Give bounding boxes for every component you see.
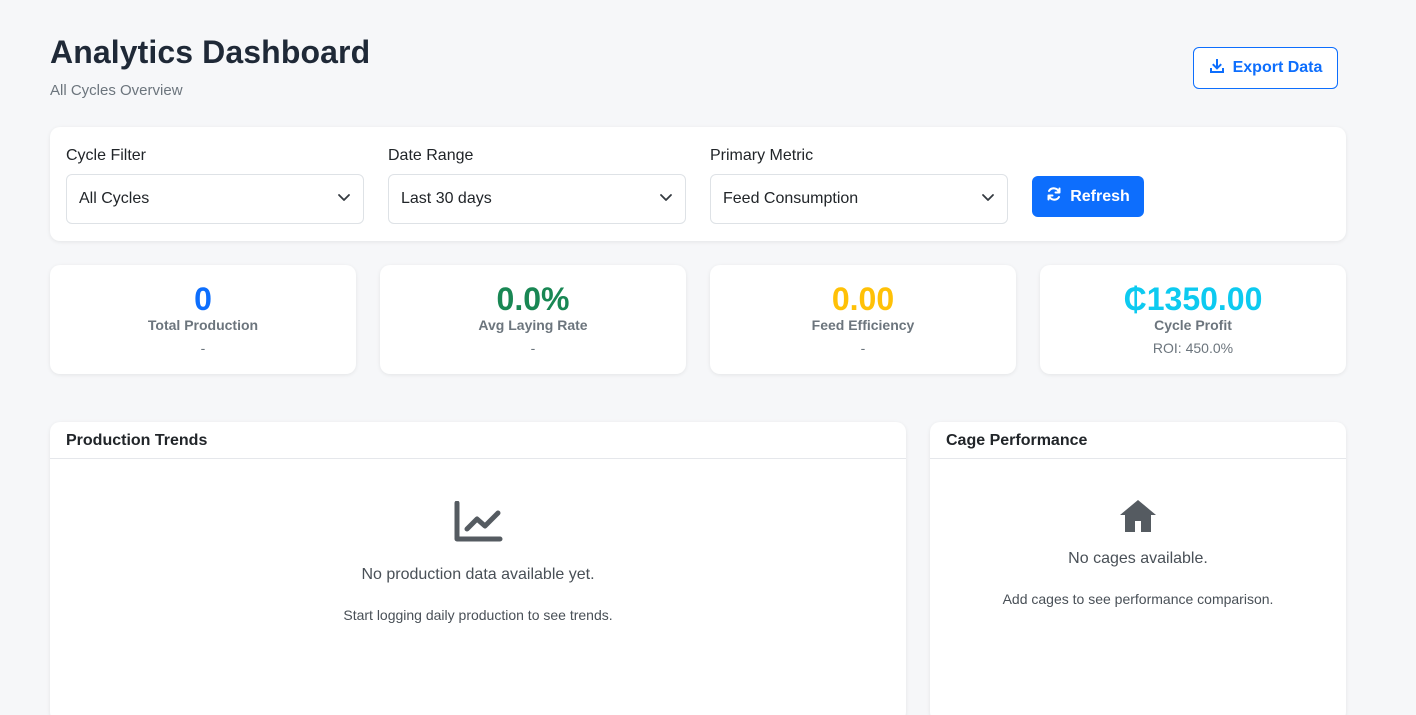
cycle-filter-group: Cycle Filter All Cycles — [66, 147, 364, 224]
date-range-label: Date Range — [388, 147, 474, 164]
stat-sub: ROI: 450.0% — [1152, 340, 1234, 356]
stat-sub: - — [860, 340, 866, 356]
empty-message: No production data available yet. — [361, 566, 595, 583]
stat-card-feed-efficiency: 0.00 Feed Efficiency - — [710, 265, 1016, 374]
primary-metric-label: Primary Metric — [710, 147, 814, 164]
page-subtitle: All Cycles Overview — [50, 82, 183, 99]
chart-line-icon — [50, 459, 906, 545]
cage-performance-panel: Cage Performance No cages available. Add… — [930, 422, 1346, 715]
home-icon — [930, 459, 1346, 533]
stat-value: ₵1350.00 — [1123, 281, 1263, 317]
chevron-down-icon — [981, 190, 995, 209]
stat-sub: - — [200, 340, 206, 356]
cycle-filter-label: Cycle Filter — [66, 147, 147, 164]
stat-card-total-production: 0 Total Production - — [50, 265, 356, 374]
cycle-filter-select[interactable]: All Cycles — [66, 174, 364, 224]
filter-card: Cycle Filter All Cycles Date Range Last … — [50, 127, 1346, 241]
primary-metric-value: Feed Consumption — [723, 190, 859, 207]
page-title: Analytics Dashboard — [50, 34, 371, 70]
chevron-down-icon — [659, 190, 673, 209]
production-trends-panel: Production Trends No production data ava… — [50, 422, 906, 715]
refresh-icon — [1046, 186, 1062, 207]
empty-state: No cages available. Add cages to see per… — [930, 459, 1346, 607]
empty-hint: Add cages to see performance comparison. — [1002, 591, 1274, 607]
date-range-group: Date Range Last 30 days — [388, 147, 686, 224]
primary-metric-select[interactable]: Feed Consumption — [710, 174, 1008, 224]
export-data-button[interactable]: Export Data — [1193, 47, 1338, 89]
refresh-button[interactable]: Refresh — [1032, 176, 1144, 217]
stat-card-cycle-profit: ₵1350.00 Cycle Profit ROI: 450.0% — [1040, 265, 1346, 374]
date-range-value: Last 30 days — [401, 190, 492, 207]
date-range-select[interactable]: Last 30 days — [388, 174, 686, 224]
cycle-filter-value: All Cycles — [79, 190, 150, 207]
panel-title: Cage Performance — [930, 422, 1346, 459]
stat-label: Cycle Profit — [1154, 317, 1232, 333]
panel-title: Production Trends — [50, 422, 906, 459]
stat-label: Total Production — [147, 317, 259, 333]
stat-value: 0.00 — [831, 281, 895, 317]
stat-value: 0.0% — [496, 281, 570, 317]
empty-hint: Start logging daily production to see tr… — [343, 607, 613, 623]
empty-message: No cages available. — [1068, 550, 1208, 567]
stat-sub: - — [530, 340, 536, 356]
analytics-page: Analytics Dashboard All Cycles Overview … — [0, 0, 1416, 715]
stat-label: Feed Efficiency — [811, 317, 915, 333]
stat-card-avg-laying-rate: 0.0% Avg Laying Rate - — [380, 265, 686, 374]
stat-value: 0 — [194, 281, 212, 317]
primary-metric-group: Primary Metric Feed Consumption — [710, 147, 1008, 224]
refresh-label: Refresh — [1070, 187, 1130, 205]
download-icon — [1209, 58, 1225, 79]
stat-label: Avg Laying Rate — [478, 317, 588, 333]
chevron-down-icon — [337, 190, 351, 209]
export-data-label: Export Data — [1232, 59, 1323, 76]
empty-state: No production data available yet. Start … — [50, 459, 906, 623]
